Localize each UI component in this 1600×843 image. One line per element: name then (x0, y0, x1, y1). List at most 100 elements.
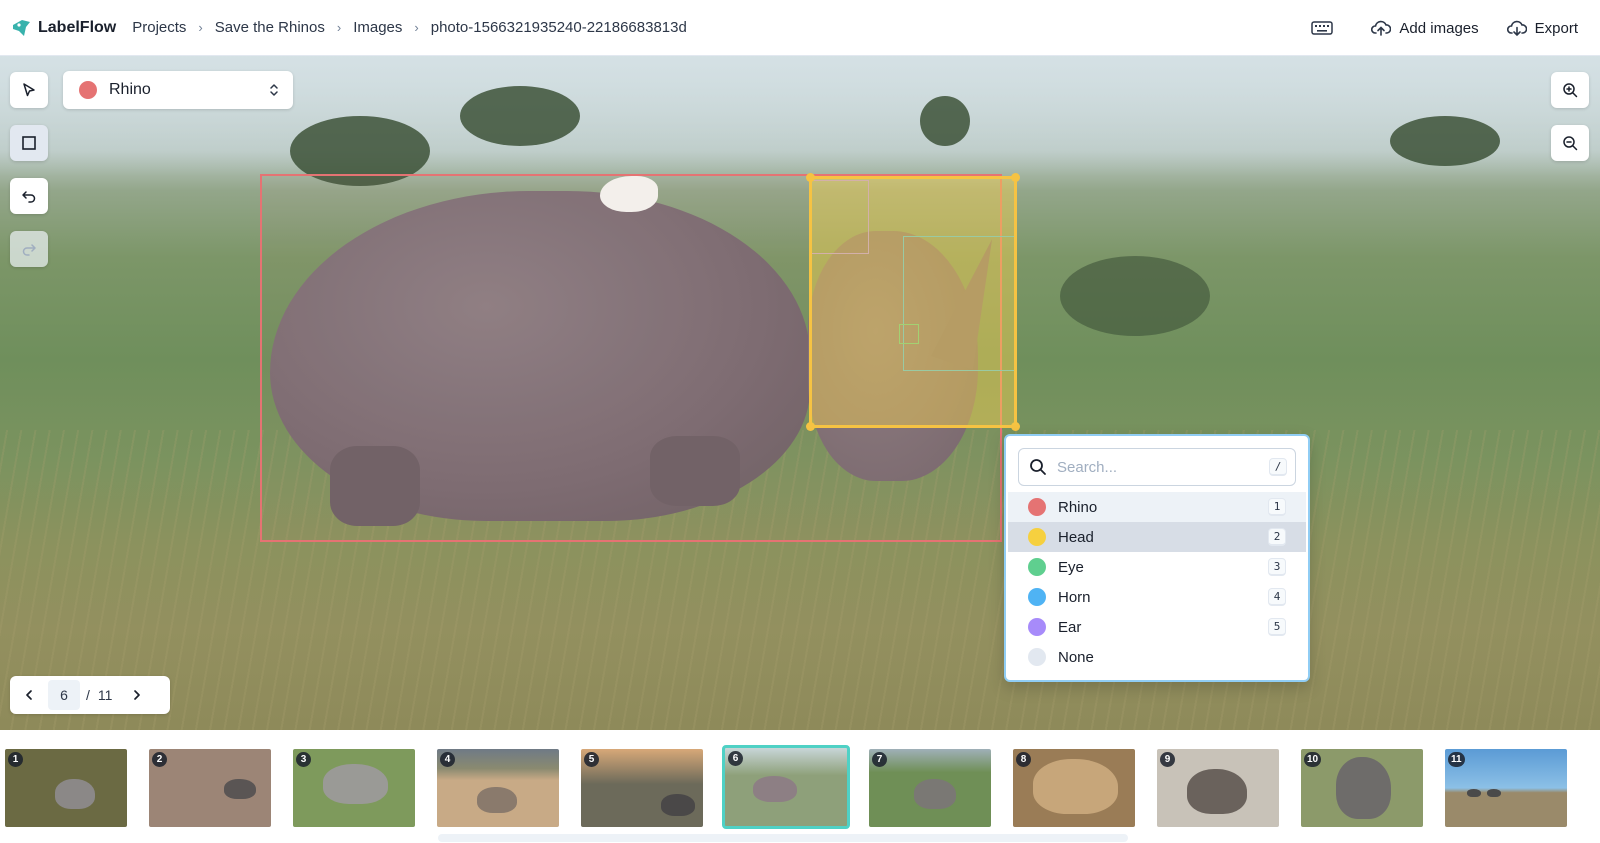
square-icon (22, 136, 36, 150)
undo-button[interactable] (10, 178, 48, 214)
thumbnail-animal (1187, 769, 1247, 814)
current-page-input[interactable]: 6 (48, 680, 80, 710)
bounding-box-tool-button[interactable] (10, 125, 48, 161)
breadcrumb-projects[interactable]: Projects (132, 19, 186, 36)
breadcrumb-current-image: photo-1566321935240-22186683813d (430, 19, 687, 36)
thumbnail-animal (55, 779, 95, 809)
gallery-thumbnail-selected[interactable]: 6 (722, 745, 850, 829)
cloud-upload-icon (1371, 20, 1392, 36)
gallery-thumbnail[interactable]: 10 (1301, 749, 1423, 827)
class-option-ear[interactable]: Ear 5 (1008, 612, 1306, 642)
class-shortcut-key: 2 (1268, 528, 1286, 546)
add-images-label: Add images (1399, 19, 1479, 37)
app-logo[interactable]: LabelFlow (10, 17, 116, 39)
next-image-button[interactable] (118, 676, 156, 714)
zoom-in-button[interactable] (1551, 72, 1589, 108)
thumbnail-number: 9 (1160, 752, 1175, 767)
image-bush (1060, 256, 1210, 336)
cursor-arrow-icon (23, 83, 35, 97)
selected-class-label: Rhino (109, 81, 151, 98)
zoom-out-button[interactable] (1551, 125, 1589, 161)
zoom-in-icon (1563, 83, 1578, 98)
thumbnail-animal (1033, 759, 1118, 814)
breadcrumb: Projects › Save the Rhinos › Images › ph… (132, 19, 687, 36)
chevron-right-icon: › (198, 20, 203, 35)
class-color-dot (1028, 498, 1046, 516)
class-option-rhino[interactable]: Rhino 1 (1008, 492, 1306, 522)
chevron-left-icon (26, 690, 32, 700)
thumbnail-number: 4 (440, 752, 455, 767)
class-color-dot (1028, 618, 1046, 636)
breadcrumb-project[interactable]: Save the Rhinos (215, 19, 325, 36)
bounding-box-head-selected[interactable] (806, 173, 1020, 431)
image-gallery: 1 2 3 4 5 6 7 8 9 10 11 (0, 730, 1600, 843)
class-color-dot (79, 81, 97, 99)
class-search-field[interactable]: Search... / (1018, 448, 1296, 486)
thumbnail-number: 1 (8, 752, 23, 767)
thumbnail-animal (477, 787, 517, 813)
breadcrumb-images[interactable]: Images (353, 19, 402, 36)
gallery-thumbnail[interactable]: 1 (5, 749, 127, 827)
thumbnail-number: 5 (584, 752, 599, 767)
image-tree (920, 96, 970, 146)
class-option-horn[interactable]: Horn 4 (1008, 582, 1306, 612)
thumbnail-number: 11 (1448, 752, 1465, 767)
gallery-thumbnail[interactable]: 8 (1013, 749, 1135, 827)
page-separator: / (86, 687, 90, 703)
resize-handle[interactable] (806, 422, 815, 431)
image-pagination: 6 / 11 (10, 676, 170, 714)
app-name: LabelFlow (38, 18, 117, 36)
thumbnail-animal (1467, 789, 1481, 797)
gallery-thumbnail[interactable]: 7 (869, 749, 991, 827)
thumbnail-number: 8 (1016, 752, 1031, 767)
total-pages: 11 (97, 687, 113, 703)
chevron-right-icon (134, 690, 140, 700)
class-selection-dropdown[interactable]: Rhino (63, 71, 293, 109)
chevron-right-icon: › (414, 20, 419, 35)
gallery-thumbnail[interactable]: 11 (1445, 749, 1567, 827)
class-option-list: Rhino 1 Head 2 Eye 3 Horn 4 Ear 5 None (1008, 492, 1306, 672)
redo-button[interactable] (10, 231, 48, 267)
resize-handle[interactable] (1011, 422, 1020, 431)
class-option-label: Head (1058, 528, 1094, 546)
class-option-label: Rhino (1058, 498, 1098, 516)
thumbnail-animal (661, 794, 695, 816)
gallery-thumbnail[interactable]: 3 (293, 749, 415, 827)
class-option-head[interactable]: Head 2 (1008, 522, 1306, 552)
cloud-download-icon (1506, 20, 1527, 37)
previous-image-button[interactable] (10, 676, 48, 714)
search-placeholder: Search... (1057, 458, 1118, 476)
gallery-thumbnail[interactable]: 5 (581, 749, 703, 827)
class-option-label: None (1058, 648, 1094, 666)
thumbnail-number: 10 (1304, 752, 1322, 767)
export-button[interactable]: Export (1506, 19, 1578, 37)
image-tree (460, 86, 580, 146)
class-color-dot (1028, 588, 1046, 606)
class-color-dot (1028, 558, 1046, 576)
thumbnail-number: 6 (728, 751, 743, 766)
gallery-thumbnail[interactable]: 4 (437, 749, 559, 827)
search-icon (1030, 459, 1046, 475)
resize-handle[interactable] (1011, 173, 1020, 182)
class-shortcut-key: 4 (1268, 588, 1286, 606)
class-color-dot (1028, 528, 1046, 546)
add-images-button[interactable]: Add images (1371, 19, 1479, 37)
class-option-eye[interactable]: Eye 3 (1008, 552, 1306, 582)
keyboard-icon (1311, 21, 1334, 35)
selection-tool-button[interactable] (10, 72, 48, 108)
thumbnail-number: 7 (872, 752, 887, 767)
redo-icon (22, 244, 36, 256)
labelflow-logo-icon (13, 19, 30, 36)
top-bar: LabelFlow Projects › Save the Rhinos › I… (0, 0, 1600, 56)
gallery-thumbnail[interactable]: 9 (1157, 749, 1279, 827)
thumbnail-animal (1487, 789, 1501, 797)
thumbnail-animal (914, 779, 956, 809)
class-option-none[interactable]: None (1008, 642, 1306, 672)
class-option-label: Horn (1058, 588, 1091, 606)
keyboard-shortcuts-button[interactable] (1311, 20, 1334, 36)
resize-handle[interactable] (806, 173, 815, 182)
labeling-canvas[interactable] (0, 56, 1600, 730)
thumbnail-animal (1336, 757, 1391, 819)
gallery-thumbnail[interactable]: 2 (149, 749, 271, 827)
gallery-scrollbar[interactable] (438, 834, 1128, 842)
